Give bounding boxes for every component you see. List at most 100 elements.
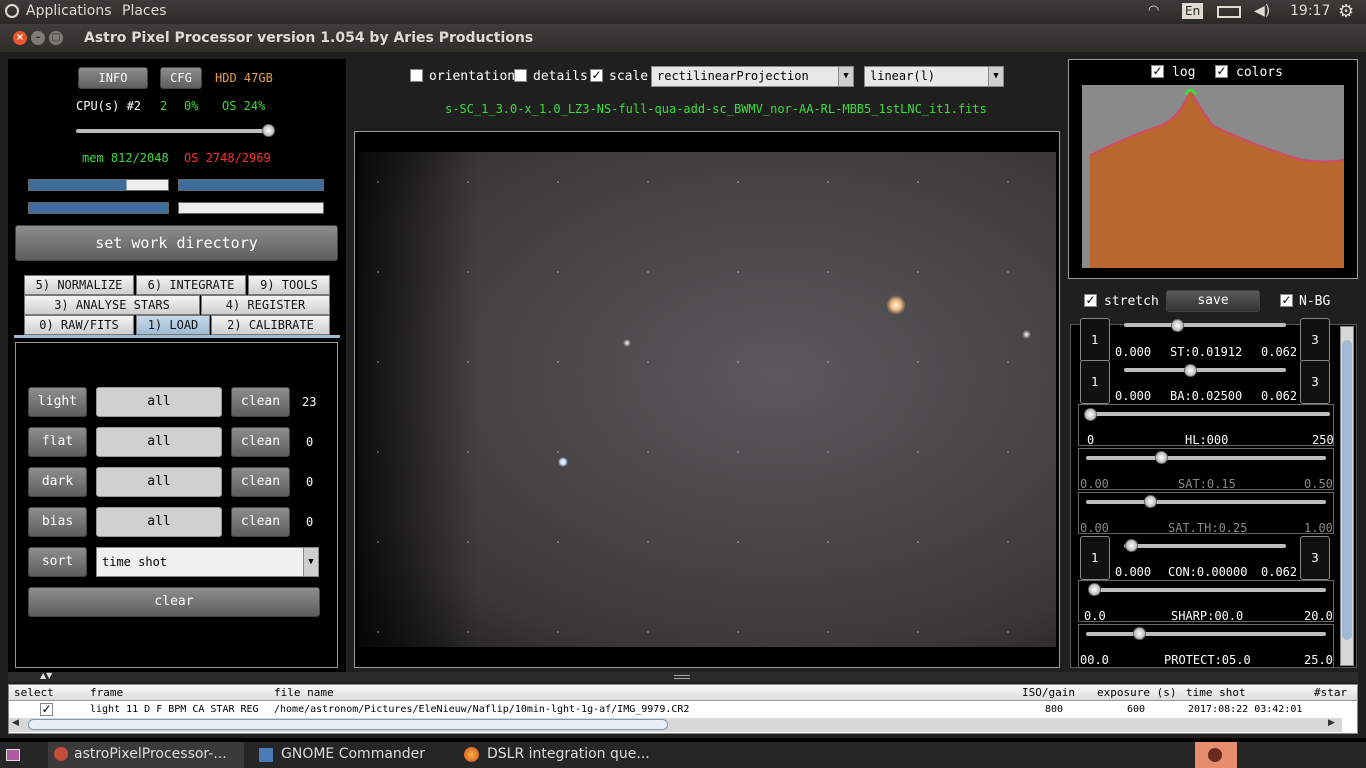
gear-icon[interactable]: ⚙ <box>1338 1 1354 22</box>
chevron-down-icon[interactable]: ▼ <box>838 67 853 86</box>
colors-checkbox[interactable]: ✓ <box>1215 65 1228 78</box>
con-increase-button[interactable]: 3 <box>1300 536 1330 580</box>
ba-increase-button[interactable]: 3 <box>1300 360 1330 404</box>
sort-button[interactable]: sort <box>28 547 87 577</box>
set-work-directory-button[interactable]: set work directory <box>15 225 338 261</box>
tab-register[interactable]: 4) REGISTER <box>201 295 330 315</box>
ba-min: 0.000 <box>1115 389 1152 403</box>
tab-load[interactable]: 1) LOAD <box>136 315 210 335</box>
sat-value: SAT:0.15 <box>1178 477 1236 491</box>
taskbar-item-gnome-commander[interactable]: GNOME Commander <box>253 742 449 768</box>
col-stars[interactable]: #star <box>1314 686 1354 699</box>
clock[interactable]: 19:17 <box>1290 3 1330 19</box>
con-decrease-button[interactable]: 1 <box>1080 536 1110 580</box>
splitter-arrows-icon[interactable]: ▲▼ <box>40 671 52 680</box>
ba-decrease-button[interactable]: 1 <box>1080 360 1110 404</box>
sharp-slider-knob[interactable] <box>1088 583 1101 596</box>
taskbar-item-firefox[interactable]: DSLR integration que... <box>458 742 654 768</box>
language-indicator[interactable]: En <box>1182 3 1204 19</box>
tab-normalize[interactable]: 5) NORMALIZE <box>24 275 134 295</box>
scroll-left-icon[interactable]: ◀ <box>12 718 19 728</box>
splitter-handle[interactable] <box>674 675 690 679</box>
flat-button[interactable]: flat <box>28 427 87 457</box>
ba-slider-knob[interactable] <box>1184 364 1197 377</box>
stretch-checkbox[interactable]: ✓ <box>1084 294 1097 307</box>
sharp-slider-track[interactable] <box>1090 588 1326 592</box>
st-decrease-button[interactable]: 1 <box>1080 318 1110 362</box>
minimize-icon[interactable]: – <box>31 31 45 45</box>
mem-label: mem 812/2048 <box>82 151 169 165</box>
stretch-mode-dropdown[interactable]: linear(l) ▼ <box>864 66 1004 87</box>
sort-dropdown[interactable]: time shot ▼ <box>96 547 319 577</box>
volume-icon[interactable]: ◀) <box>1254 3 1270 19</box>
workspace-switcher[interactable] <box>1195 742 1237 768</box>
show-desktop-icon[interactable] <box>6 749 20 761</box>
save-button[interactable]: save <box>1166 290 1260 312</box>
sat-th-slider-knob[interactable] <box>1144 495 1157 508</box>
col-time-shot[interactable]: time shot <box>1186 686 1246 699</box>
tab-raw-fits[interactable]: 0) RAW/FITS <box>24 315 134 335</box>
dark-clean-button[interactable]: clean <box>231 467 290 497</box>
flat-all-button[interactable]: all <box>96 427 222 457</box>
protect-slider-knob[interactable] <box>1133 627 1146 640</box>
details-checkbox[interactable] <box>514 69 527 82</box>
tab-calibrate[interactable]: 2) CALIBRATE <box>211 315 330 335</box>
cpu-slider-track[interactable] <box>76 129 270 133</box>
cpu-slider-knob[interactable] <box>262 124 275 137</box>
maximize-icon[interactable]: □ <box>49 31 63 45</box>
con-slider-knob[interactable] <box>1125 539 1138 552</box>
light-clean-button[interactable]: clean <box>231 387 290 417</box>
st-slider-knob[interactable] <box>1171 319 1184 332</box>
clear-button[interactable]: clear <box>28 587 320 617</box>
sat-slider-track[interactable] <box>1086 456 1326 460</box>
ubuntu-logo-icon[interactable] <box>5 4 19 18</box>
light-button[interactable]: light <box>28 387 87 417</box>
col-iso-gain[interactable]: ISO/gain <box>1022 686 1075 699</box>
hl-slider-track[interactable] <box>1086 412 1330 416</box>
bias-all-button[interactable]: all <box>96 507 222 537</box>
orientation-checkbox[interactable] <box>410 69 423 82</box>
flat-count: 0 <box>306 435 314 449</box>
row-select-checkbox[interactable]: ✓ <box>40 703 53 716</box>
bias-button[interactable]: bias <box>28 507 87 537</box>
taskbar-item-app[interactable]: astroPixelProcessor-... <box>48 742 244 768</box>
dark-button[interactable]: dark <box>28 467 87 497</box>
hl-slider-knob[interactable] <box>1084 408 1097 421</box>
wifi-icon[interactable]: ◠ <box>1148 3 1159 18</box>
table-hscrollbar-thumb[interactable] <box>28 719 668 730</box>
con-slider-track[interactable] <box>1124 544 1286 548</box>
bias-clean-button[interactable]: clean <box>231 507 290 537</box>
log-checkbox[interactable]: ✓ <box>1151 65 1164 78</box>
applications-menu[interactable]: Applications <box>26 3 112 19</box>
protect-slider-track[interactable] <box>1086 632 1326 636</box>
sat-slider-knob[interactable] <box>1155 451 1168 464</box>
image-viewer[interactable] <box>354 131 1060 668</box>
chevron-down-icon[interactable]: ▼ <box>988 67 1003 86</box>
col-select[interactable]: select <box>14 686 54 699</box>
sat-th-slider-track[interactable] <box>1086 500 1326 504</box>
info-button[interactable]: INFO <box>78 67 148 89</box>
astro-image[interactable] <box>358 152 1056 647</box>
close-icon[interactable]: × <box>13 31 27 45</box>
controls-scrollbar-thumb[interactable] <box>1342 340 1352 640</box>
projection-dropdown[interactable]: rectilinearProjection ▼ <box>651 66 854 87</box>
places-menu[interactable]: Places <box>122 3 167 19</box>
nbg-checkbox[interactable]: ✓ <box>1280 294 1293 307</box>
dark-all-button[interactable]: all <box>96 467 222 497</box>
tab-integrate[interactable]: 6) INTEGRATE <box>136 275 246 295</box>
tab-tools[interactable]: 9) TOOLS <box>248 275 330 295</box>
st-increase-button[interactable]: 3 <box>1300 318 1330 362</box>
light-all-button[interactable]: all <box>96 387 222 417</box>
col-frame[interactable]: frame <box>90 686 123 699</box>
scroll-right-icon[interactable]: ▶ <box>1328 718 1335 728</box>
tab-analyse-stars[interactable]: 3) ANALYSE STARS <box>24 295 200 315</box>
scale-checkbox[interactable]: ✓ <box>590 69 603 82</box>
st-slider-track[interactable] <box>1124 323 1286 327</box>
col-file-name[interactable]: file name <box>274 686 334 699</box>
cfg-button[interactable]: CFG <box>160 67 202 89</box>
col-exposure[interactable]: exposure (s) <box>1097 686 1176 699</box>
chevron-down-icon[interactable]: ▼ <box>303 548 318 576</box>
ba-slider-track[interactable] <box>1124 368 1286 372</box>
battery-icon[interactable] <box>1217 6 1241 18</box>
flat-clean-button[interactable]: clean <box>231 427 290 457</box>
